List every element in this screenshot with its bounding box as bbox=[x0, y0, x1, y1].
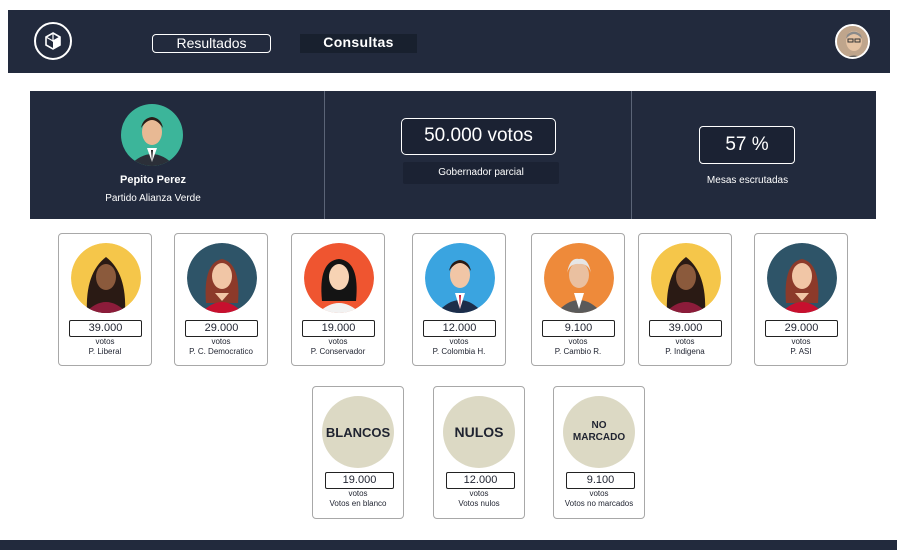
vote-unit: votos bbox=[95, 337, 115, 346]
candidate-avatar bbox=[187, 243, 257, 313]
vote-count: 9.100 bbox=[542, 320, 615, 337]
candidate-avatar bbox=[425, 243, 495, 313]
cube-icon bbox=[45, 32, 61, 50]
total-votes-label: Gobernador parcial bbox=[403, 162, 559, 184]
results-summary-panel: Pepito Perez Partido Alianza Verde 50.00… bbox=[30, 91, 876, 219]
user-photo-icon bbox=[837, 26, 868, 57]
vote-unit: votos bbox=[568, 337, 588, 346]
leader-photo bbox=[121, 104, 183, 166]
candidate-card[interactable]: 29.000 votos P. ASI bbox=[754, 233, 848, 366]
tables-percent-label: Mesas escrutadas bbox=[706, 175, 789, 186]
candidate-card[interactable]: 12.000 votos P. Colombia H. bbox=[412, 233, 506, 366]
woman-avatar-icon bbox=[767, 243, 837, 313]
total-votes: 50.000 votos bbox=[401, 118, 556, 155]
vote-unit: votos bbox=[211, 337, 231, 346]
vote-unit: votos bbox=[469, 489, 489, 498]
candidate-card[interactable]: 39.000 votos P. Liberal bbox=[58, 233, 152, 366]
vote-count: 19.000 bbox=[325, 472, 394, 489]
woman-avatar-icon bbox=[304, 243, 374, 313]
man-avatar-icon bbox=[544, 243, 614, 313]
party-name: P. Indigena bbox=[665, 347, 705, 356]
candidate-card[interactable]: 29.000 votos P. C. Democratico bbox=[174, 233, 268, 366]
vote-unit: votos bbox=[328, 337, 348, 346]
candidate-card[interactable]: 39.000 votos P. Indigena bbox=[638, 233, 732, 366]
vote-unit: votos bbox=[348, 489, 368, 498]
leader-party: Partido Alianza Verde bbox=[105, 193, 201, 204]
candidate-avatar bbox=[304, 243, 374, 313]
party-name: P. Colombia H. bbox=[432, 347, 486, 356]
party-name: P. Liberal bbox=[88, 347, 122, 356]
unmarked-votes-badge: NO MARCADO bbox=[563, 396, 635, 468]
vote-type-label: Votos nulos bbox=[458, 499, 500, 508]
party-name: P. Conservador bbox=[310, 347, 366, 356]
woman-avatar-icon bbox=[651, 243, 721, 313]
vote-unit: votos bbox=[675, 337, 695, 346]
vote-count: 39.000 bbox=[649, 320, 722, 337]
divider bbox=[324, 91, 325, 219]
top-nav-bar: Resultados Consultas bbox=[8, 10, 890, 73]
vote-unit: votos bbox=[589, 489, 609, 498]
tables-percent: 57 % bbox=[699, 126, 795, 164]
candidate-avatar bbox=[71, 243, 141, 313]
vote-unit: votos bbox=[791, 337, 811, 346]
vote-count: 29.000 bbox=[185, 320, 258, 337]
vote-count: 12.000 bbox=[446, 472, 515, 489]
vote-unit: votos bbox=[449, 337, 469, 346]
woman-avatar-icon bbox=[187, 243, 257, 313]
vote-type-label: Votos no marcados bbox=[564, 499, 634, 508]
person-icon bbox=[129, 117, 175, 166]
vote-count: 9.100 bbox=[566, 472, 635, 489]
badge-line: NO bbox=[591, 420, 607, 431]
null-votes-card[interactable]: NULOS 12.000 votos Votos nulos bbox=[433, 386, 525, 519]
candidate-avatar bbox=[767, 243, 837, 313]
man-avatar-icon bbox=[425, 243, 495, 313]
badge-line: MARCADO bbox=[572, 432, 626, 443]
woman-avatar-icon bbox=[71, 243, 141, 313]
vote-type-label: Votos en blanco bbox=[329, 499, 387, 508]
leader-name: Pepito Perez bbox=[119, 174, 187, 186]
app-logo[interactable] bbox=[34, 22, 72, 60]
party-name: P. Cambio R. bbox=[554, 347, 602, 356]
vote-count: 29.000 bbox=[765, 320, 838, 337]
vote-count: 39.000 bbox=[69, 320, 142, 337]
blank-votes-card[interactable]: BLANCOS 19.000 votos Votos en blanco bbox=[312, 386, 404, 519]
candidate-card[interactable]: 9.100 votos P. Cambio R. bbox=[531, 233, 625, 366]
blank-votes-badge: BLANCOS bbox=[322, 396, 394, 468]
null-votes-badge: NULOS bbox=[443, 396, 515, 468]
tab-consultas[interactable]: Consultas bbox=[300, 34, 417, 53]
candidate-avatar bbox=[651, 243, 721, 313]
user-avatar[interactable] bbox=[835, 24, 870, 59]
divider bbox=[631, 91, 632, 219]
candidate-avatar bbox=[544, 243, 614, 313]
party-name: P. C. Democratico bbox=[189, 347, 253, 356]
tab-resultados[interactable]: Resultados bbox=[152, 34, 271, 53]
bottom-bar bbox=[0, 540, 897, 550]
party-name: P. ASI bbox=[790, 347, 812, 356]
vote-count: 12.000 bbox=[423, 320, 496, 337]
vote-count: 19.000 bbox=[302, 320, 375, 337]
unmarked-votes-card[interactable]: NO MARCADO 9.100 votos Votos no marcados bbox=[553, 386, 645, 519]
candidate-card[interactable]: 19.000 votos P. Conservador bbox=[291, 233, 385, 366]
